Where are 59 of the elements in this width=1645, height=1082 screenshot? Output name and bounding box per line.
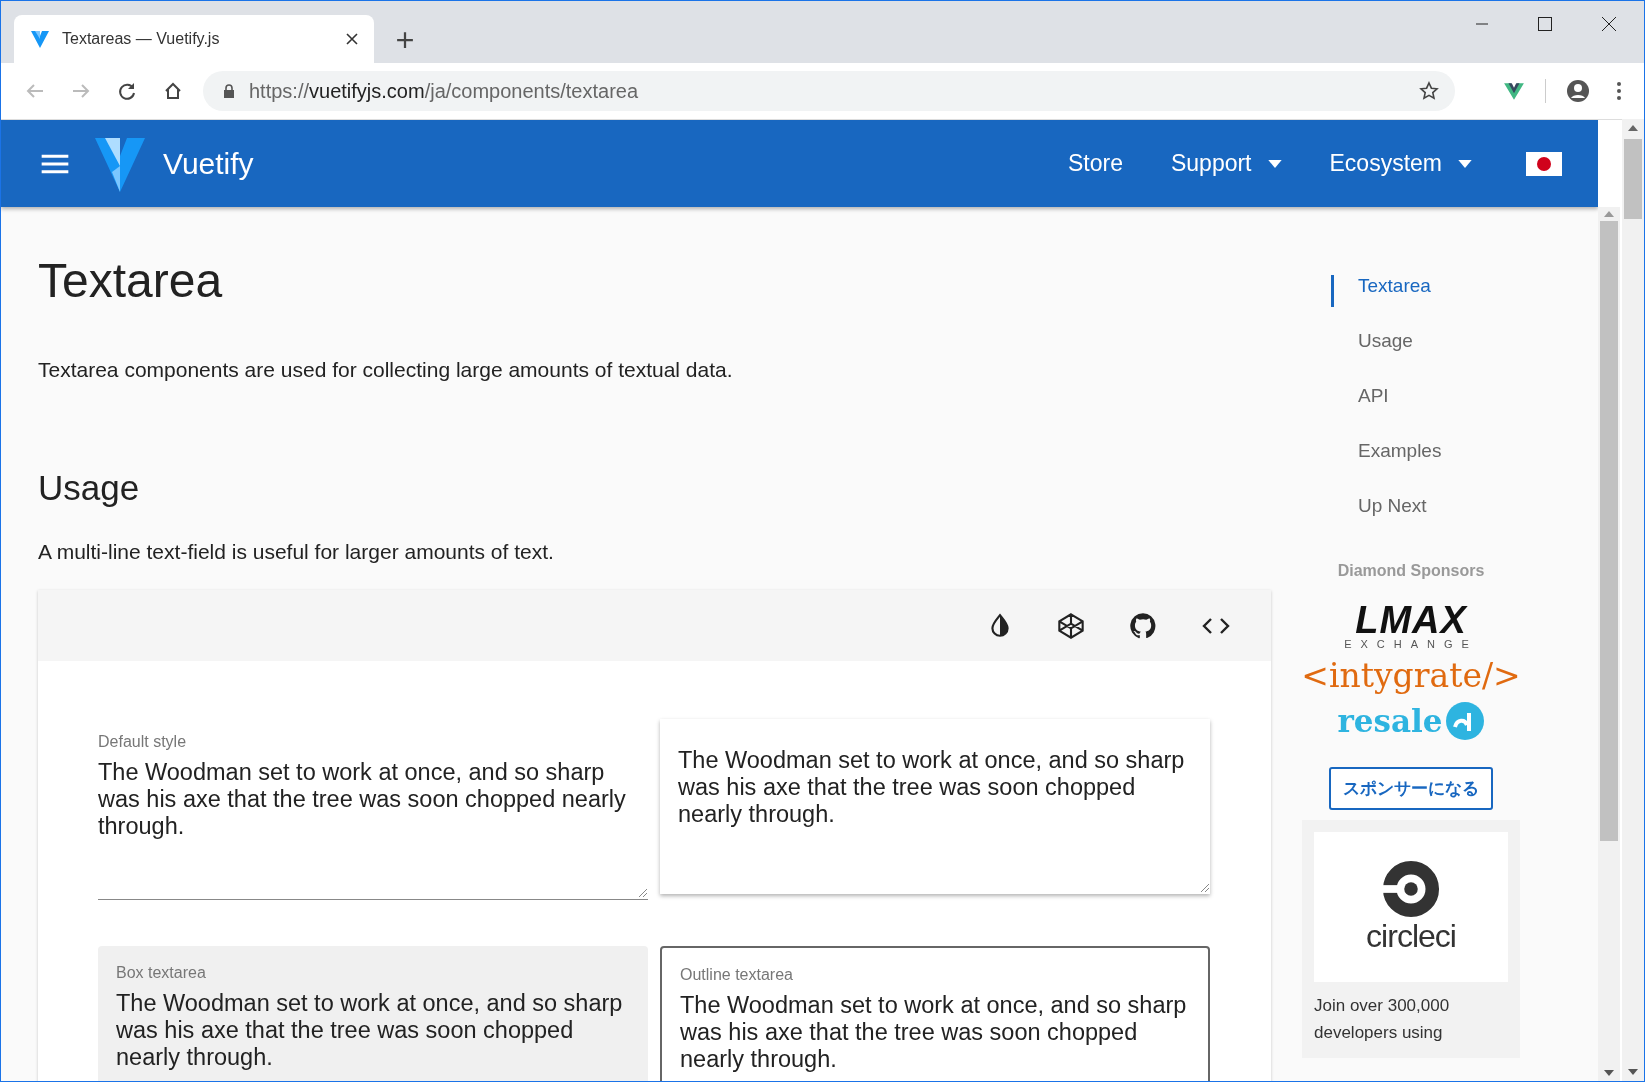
scrollbar-thumb[interactable]: [1624, 139, 1642, 219]
caret-icon: [1267, 159, 1282, 168]
url-text: https://vuetifyjs.com/ja/components/textarea: [249, 79, 640, 103]
sponsors-heading: Diamond Sponsors: [1337, 562, 1485, 580]
cube-icon[interactable]: [1057, 611, 1085, 640]
browser-tab[interactable]: Textareas — Vuetify.js: [14, 15, 374, 63]
resize-handle-icon[interactable]: [1201, 884, 1209, 892]
nav-button[interactable]: Ecosystem: [1319, 142, 1482, 185]
menu-icon[interactable]: [41, 153, 69, 174]
kebab-menu-icon[interactable]: [1616, 81, 1622, 101]
textarea-text: The Woodman set to work at once, and so sharp was his axe that the tree was soon chopped nearly through.: [116, 990, 624, 1071]
textarea-field[interactable]: The Woodman set to work at once, and so sharp was his axe that the tree was soon chopped nearly through.: [660, 719, 1210, 894]
nav-button[interactable]: Support: [1160, 142, 1292, 185]
page-description: Textarea components are used for collecting large amounts of textual data.: [38, 358, 734, 382]
close-icon[interactable]: [346, 33, 358, 45]
scroll-up-icon[interactable]: [1628, 125, 1638, 131]
field-label: Outline textarea: [680, 966, 794, 984]
reload-icon[interactable]: [117, 81, 137, 101]
toc-link[interactable]: Up Next: [1331, 495, 1598, 550]
field-label: Default style: [98, 733, 188, 751]
home-icon[interactable]: [163, 81, 183, 101]
flag-icon[interactable]: [1526, 151, 1562, 176]
v-logo-icon: [30, 29, 50, 49]
sponsor-logo[interactable]: <intygrate/>: [1301, 656, 1521, 695]
ad-logo[interactable]: circleci: [1314, 832, 1508, 982]
code-icon[interactable]: [1201, 615, 1231, 636]
sponsor-logo[interactable]: LMAX EXCHANGE: [1344, 602, 1478, 650]
nav-button[interactable]: Store: [1057, 142, 1133, 185]
address-bar[interactable]: https://vuetifyjs.com/ja/components/textarea: [203, 71, 1455, 111]
ad-text: Join over 300,000 developers using: [1314, 995, 1451, 1044]
textarea-field[interactable]: The Woodman set to work at once, and so sharp was his axe that the tree was soon chopped nearly through.: [98, 759, 648, 900]
github-icon[interactable]: [1129, 611, 1157, 640]
maximize-icon[interactable]: [1538, 17, 1552, 31]
textarea-field[interactable]: Outline textarea The Woodman set to work at once, and so sharp was his axe that the tree was soon chopped nearly through.: [660, 946, 1210, 1081]
star-icon[interactable]: [1419, 81, 1439, 101]
brand-name[interactable]: Vuetify: [163, 146, 254, 181]
section-heading: Usage: [38, 468, 141, 508]
toc-link[interactable]: Examples: [1331, 440, 1598, 495]
toc-link[interactable]: Usage: [1331, 330, 1598, 385]
field-label: Box textarea: [116, 964, 207, 982]
tab-title: Textareas — Vuetify.js: [62, 30, 221, 48]
scrollbar-thumb[interactable]: [1600, 221, 1618, 841]
textarea-text: The Woodman set to work at once, and so sharp was his axe that the tree was soon chopped nearly through.: [680, 992, 1188, 1073]
page-scrollbar[interactable]: [1598, 207, 1620, 1081]
scroll-down-icon[interactable]: [1628, 1069, 1638, 1075]
become-sponsor-button[interactable]: スポンサーになる: [1329, 767, 1493, 810]
browser-scrollbar[interactable]: [1622, 119, 1644, 1081]
toc-link[interactable]: API: [1331, 385, 1598, 440]
caret-icon: [1458, 159, 1472, 168]
scroll-down-icon[interactable]: [1604, 1070, 1614, 1076]
section-text: A multi-line text-field is useful for larger amounts of text.: [38, 540, 555, 564]
resize-handle-icon[interactable]: [639, 889, 647, 897]
v-extension-icon[interactable]: [1503, 80, 1525, 102]
textarea-field[interactable]: Box textarea The Woodman set to work at once, and so sharp was his axe that the tree was soon chopped nearly through.: [98, 946, 648, 1081]
close-icon[interactable]: [1602, 17, 1616, 31]
account-icon[interactable]: [1566, 79, 1590, 103]
page-title: Textarea: [38, 253, 224, 308]
plus-icon[interactable]: [396, 31, 414, 49]
lock-icon: [223, 84, 235, 98]
